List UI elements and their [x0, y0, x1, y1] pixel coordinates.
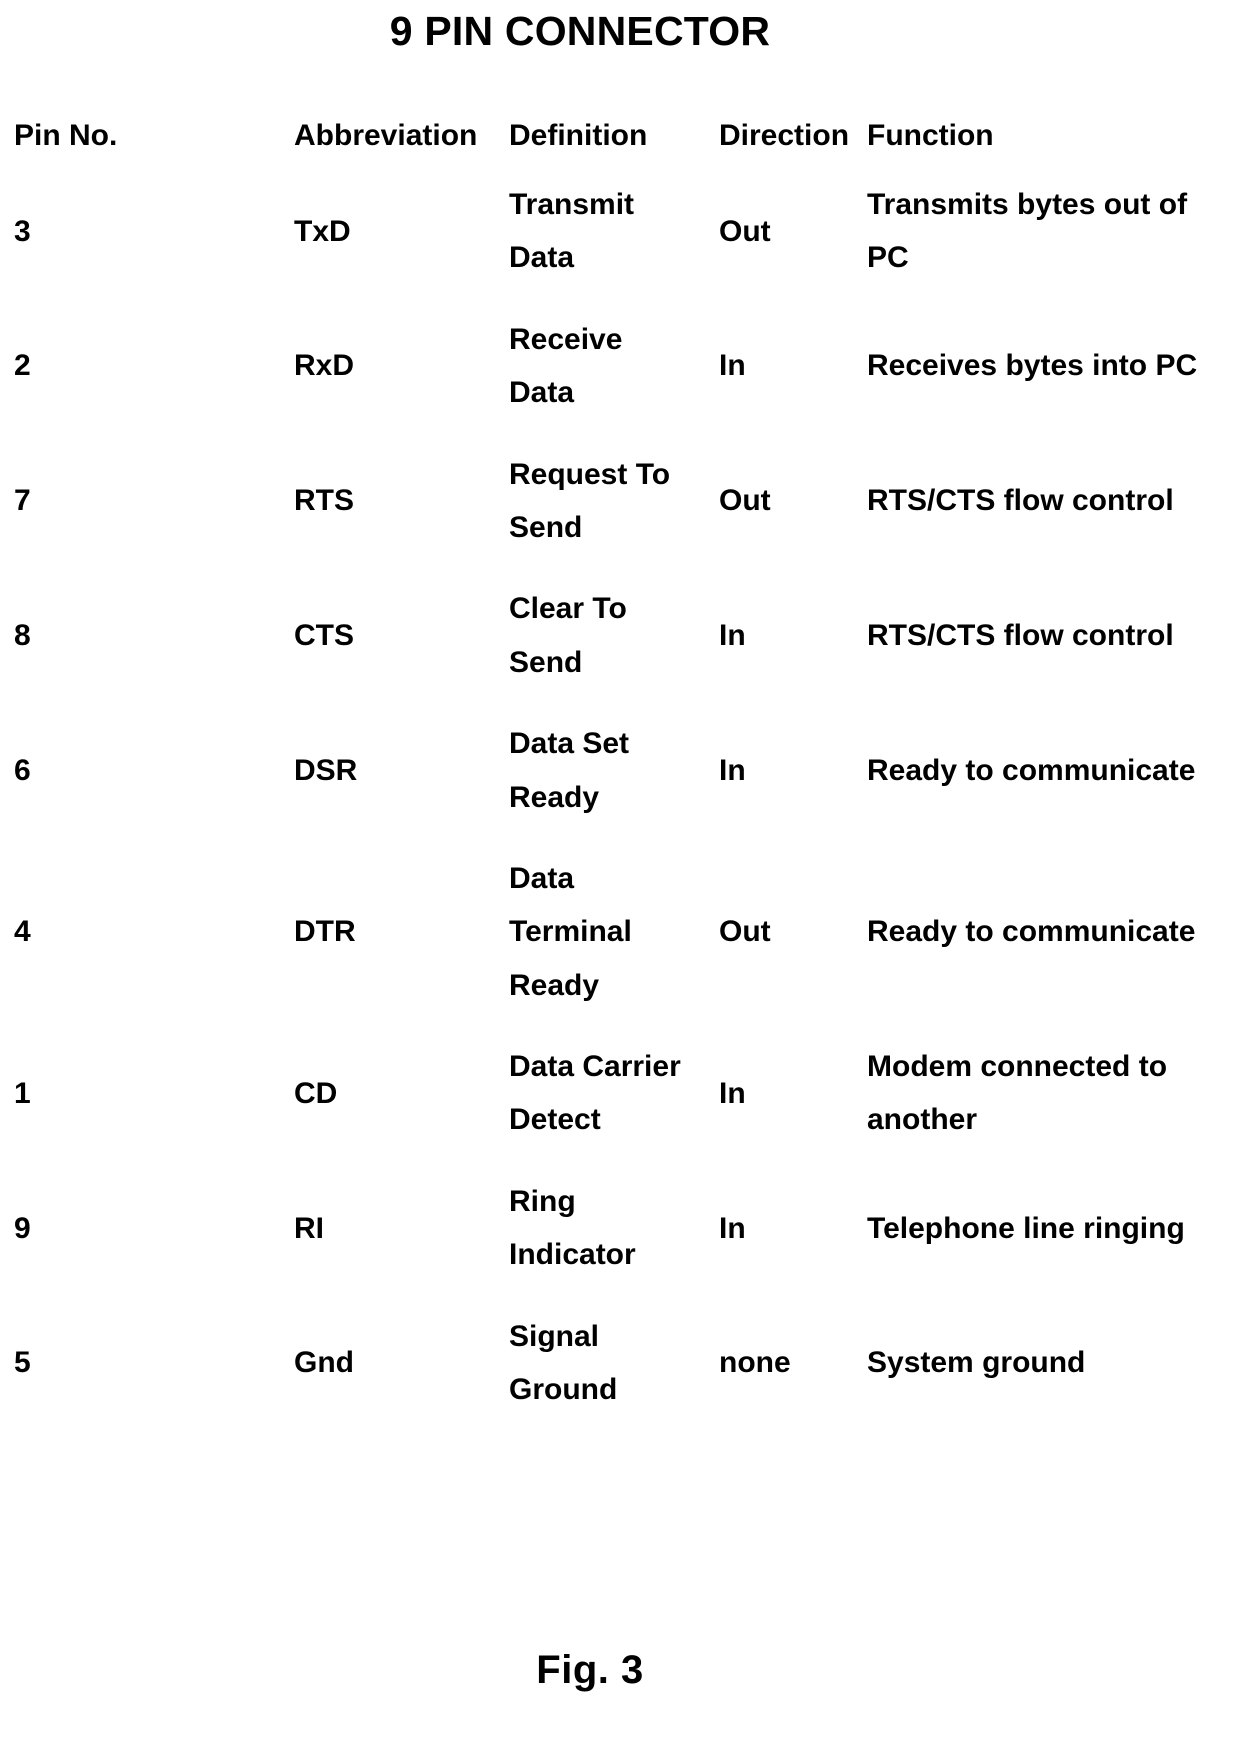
- cell-def: Signal Ground: [509, 1319, 618, 1407]
- cell-pin: 2: [14, 349, 31, 383]
- cell-def: Clear To Send: [509, 592, 627, 679]
- column-header-function: Function: [867, 119, 994, 152]
- cell-direction: Out: [719, 915, 771, 949]
- cell-abbr: DSR: [294, 753, 358, 787]
- cell-direction: none: [719, 1346, 791, 1380]
- table-row: 4 DTR Data Terminal Ready Out Ready to commu…: [14, 838, 1230, 1026]
- cell-direction: Out: [719, 484, 771, 518]
- table-row: 8 CTS Clear To Send In RTS/CTS flow control: [14, 568, 1230, 703]
- cell-abbr: RTS: [294, 484, 354, 518]
- table-row: 3 TxD Transmit Data Out Transmits bytes out …: [14, 164, 1230, 299]
- cell-direction: In: [719, 619, 746, 653]
- cell-def: Ring Indicator: [509, 1184, 636, 1272]
- cell-pin: 9: [14, 1211, 31, 1245]
- table-row: 7 RTS Request To Send Out RTS/CTS flow contr…: [14, 434, 1230, 569]
- cell-abbr: RI: [294, 1211, 324, 1245]
- cell-function: Ready to communicate: [867, 753, 1196, 787]
- cell-abbr: CD: [294, 1076, 338, 1110]
- page-title: 9 PIN CONNECTOR: [389, 8, 771, 54]
- cell-pin: 4: [14, 915, 31, 949]
- table-row: 1 CD Data Carrier Detect In Modem connected …: [14, 1026, 1230, 1161]
- cell-function: System ground: [867, 1346, 1086, 1380]
- table-row: 6 DSR Data Set Ready In Ready to communicate: [14, 703, 1230, 838]
- cell-def: Data Set Ready: [509, 727, 630, 814]
- cell-function: RTS/CTS flow control: [867, 484, 1174, 518]
- cell-direction: In: [719, 349, 746, 383]
- cell-function: Modem connected to another: [867, 1050, 1168, 1137]
- cell-abbr: RxD: [294, 349, 355, 383]
- table-row: 2 RxD Receive Data In Receives bytes into PC: [14, 299, 1230, 434]
- cell-direction: In: [719, 1211, 746, 1245]
- cell-def: Transmit Data: [509, 188, 635, 275]
- pin-connector-table: Pin No. Abbreviation Definition Directio…: [14, 118, 1230, 1430]
- cell-function: Receives bytes into PC: [867, 349, 1198, 383]
- table-header-row: Pin No. Abbreviation Definition Directio…: [14, 118, 1230, 164]
- cell-abbr: Gnd: [294, 1346, 354, 1380]
- cell-function: RTS/CTS flow control: [867, 619, 1174, 653]
- cell-direction: In: [719, 1076, 746, 1110]
- cell-abbr: CTS: [294, 619, 354, 653]
- cell-pin: 1: [14, 1076, 31, 1110]
- table-row: 9 RI Ring Indicator In Telephone line ringin…: [14, 1161, 1230, 1296]
- cell-def: Receive Data: [509, 322, 623, 410]
- cell-function: Telephone line ringing: [867, 1211, 1185, 1245]
- cell-direction: In: [719, 753, 746, 787]
- cell-def: Data Carrier Detect: [509, 1050, 681, 1137]
- table-header: Pin No. Abbreviation Definition Directio…: [14, 118, 1230, 164]
- column-header-definition: Definition: [509, 119, 648, 152]
- column-header-pin-no: Pin No.: [14, 119, 118, 152]
- cell-pin: 3: [14, 214, 31, 248]
- cell-pin: 6: [14, 753, 31, 787]
- cell-pin: 8: [14, 619, 31, 653]
- cell-abbr: TxD: [294, 214, 351, 248]
- column-header-abbreviation: Abbreviation: [294, 119, 478, 152]
- cell-direction: Out: [719, 214, 771, 248]
- cell-def: Request To Send: [509, 457, 671, 544]
- table-body: 3 TxD Transmit Data Out Transmits bytes out …: [14, 164, 1230, 1430]
- cell-function: Transmits bytes out of PC: [867, 188, 1188, 275]
- table-row: 5 Gnd Signal Ground none System ground: [14, 1296, 1230, 1431]
- cell-def: Data Terminal Ready: [509, 861, 632, 1002]
- cell-pin: 5: [14, 1346, 31, 1380]
- cell-function: Ready to communicate: [867, 915, 1196, 949]
- figure-caption: Fig. 3: [536, 1648, 644, 1692]
- cell-abbr: DTR: [294, 915, 356, 949]
- figure-page: 9 PIN CONNECTOR Pin No. Abbreviation Def…: [0, 0, 1240, 1747]
- cell-pin: 7: [14, 484, 31, 518]
- column-header-direction: Direction: [719, 119, 850, 152]
